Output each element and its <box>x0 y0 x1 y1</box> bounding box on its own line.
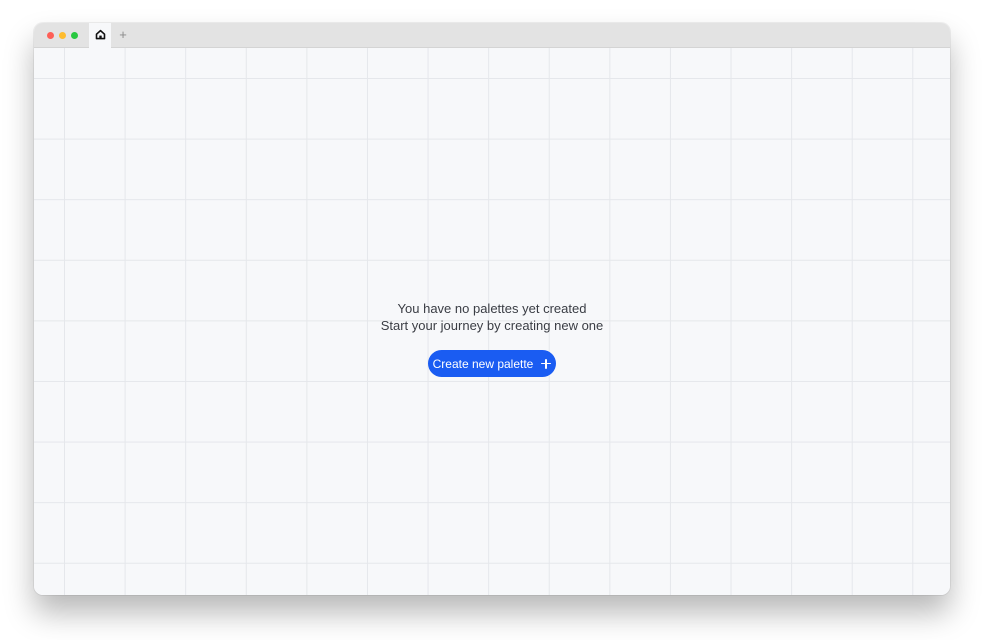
close-window-button[interactable] <box>47 32 54 39</box>
tab-home[interactable] <box>89 23 111 48</box>
home-icon <box>95 27 106 45</box>
zoom-window-button[interactable] <box>71 32 78 39</box>
palette-canvas: You have no palettes yet created Start y… <box>34 48 950 595</box>
empty-state-hint: Start your journey by creating new one <box>380 318 604 333</box>
minimize-window-button[interactable] <box>59 32 66 39</box>
create-new-palette-button[interactable]: Create new palette <box>428 350 556 377</box>
plus-icon <box>541 358 552 369</box>
empty-state-message: You have no palettes yet created <box>397 301 587 316</box>
title-bar: + <box>34 23 950 48</box>
empty-state: You have no palettes yet created Start y… <box>34 300 950 334</box>
new-tab-button[interactable]: + <box>116 26 130 44</box>
app-window: + You have no palettes yet created Start… <box>34 23 950 595</box>
create-new-palette-label: Create new palette <box>432 356 534 371</box>
